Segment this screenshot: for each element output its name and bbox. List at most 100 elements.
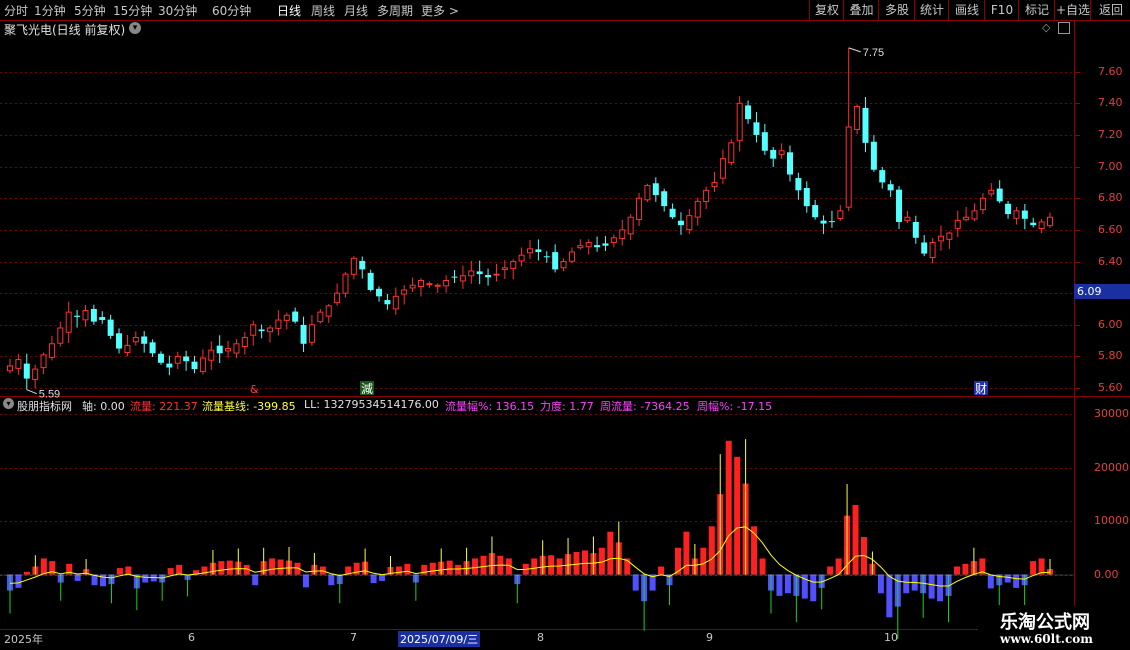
indicator-bar (370, 574, 377, 584)
candle-body (996, 188, 1003, 202)
candle-body (1038, 221, 1045, 230)
indicator-bar (581, 550, 588, 575)
candle-body (661, 191, 668, 207)
indicator-bar (429, 562, 436, 575)
candle-body (552, 252, 559, 270)
candle-body (560, 261, 567, 269)
price-tick: 6.80 (1098, 191, 1123, 205)
candle-body (803, 188, 810, 207)
candle-body (367, 272, 374, 290)
candle-body (183, 356, 190, 362)
indicator-header: ▾ 股朋指标网 轴: 0.00 流量: 221.37 流量基线: -399.85… (0, 397, 1074, 413)
candle-body (594, 245, 601, 248)
indicator-bar (886, 574, 893, 618)
indicator-bar (40, 558, 47, 575)
indicator-bar (277, 559, 284, 575)
indicator-bar (928, 574, 935, 599)
candle-body (644, 185, 651, 201)
high-price-label: 7.75 (863, 47, 884, 59)
indicator-name[interactable]: 股朋指标网 (17, 398, 72, 414)
candle-body (325, 305, 332, 317)
candle-body (107, 319, 114, 336)
indicator-bar (116, 568, 123, 575)
candle-body (778, 150, 785, 155)
candle-body (32, 368, 39, 380)
indicator-bar (446, 560, 453, 575)
indicator-bar (776, 574, 783, 596)
candle-body (174, 355, 181, 364)
candle-body (619, 229, 626, 240)
candle-body (577, 245, 584, 249)
candle-body (736, 102, 743, 142)
candle-body (879, 170, 886, 183)
candle-body (946, 232, 953, 240)
candle-body (48, 343, 55, 358)
candle-body (90, 308, 97, 322)
indicator-bar (708, 526, 715, 575)
candle-body (837, 210, 844, 220)
indicator-axis: 30000 20000 10000 0.00 (1074, 407, 1130, 628)
candle-body (518, 254, 525, 262)
price-tick: 6.40 (1098, 254, 1123, 268)
candle-body (912, 221, 919, 238)
indicator-bar (810, 574, 817, 602)
candle-body (468, 270, 475, 277)
candle-body (426, 283, 433, 286)
candle-body (543, 256, 550, 258)
candle-body (392, 295, 399, 310)
candle-body (870, 141, 877, 170)
high-marker-line (848, 47, 861, 53)
candle-body (728, 142, 735, 164)
candle-body (116, 333, 123, 349)
indicator-bar (167, 568, 174, 575)
candle-body (510, 261, 517, 269)
candle-body (417, 279, 424, 288)
indicator-bar (176, 564, 183, 575)
indicator-bar (632, 574, 639, 591)
candle-body (568, 251, 575, 262)
indicator-bar (1013, 574, 1020, 588)
event-marker: 财 (975, 382, 987, 396)
candle-body (40, 354, 47, 369)
indicator-bar (683, 531, 690, 575)
indicator-bar (252, 574, 259, 586)
candle-body (828, 221, 835, 223)
price-tick: 5.80 (1098, 349, 1123, 363)
candle-body (149, 342, 156, 354)
candle-body (795, 178, 802, 191)
candle-body (971, 210, 978, 220)
indicator-flow-base-value: 流量基线: -399.85 (202, 400, 296, 413)
candle-body (15, 359, 22, 369)
candle-body (979, 197, 986, 211)
candle-body (57, 327, 64, 344)
candle-body (292, 311, 299, 322)
indicator-bar (15, 574, 22, 588)
indicator-bar (226, 560, 233, 575)
indicator-ll-value: LL: 13279534514176.00 (304, 398, 439, 411)
current-price-badge: 6.09 (1074, 284, 1130, 299)
candle-body (434, 284, 441, 287)
candle-body (476, 271, 483, 275)
candle-body (745, 105, 752, 120)
indicator-flow-value: 流量: 221.37 (130, 400, 198, 413)
indicator-bar (74, 574, 81, 581)
candle-body (896, 189, 903, 222)
indicator-bar (700, 547, 707, 575)
indicator-bar (827, 566, 834, 575)
candle-body (334, 292, 341, 304)
candle-body (459, 275, 466, 282)
indicator-bar (302, 574, 309, 588)
candle-body (191, 361, 198, 370)
candle-body (82, 310, 89, 321)
candle-body (493, 273, 500, 276)
indicator-bar (987, 574, 994, 589)
candle-body (451, 276, 458, 278)
candle-body (845, 126, 852, 208)
candle-body (610, 237, 617, 244)
chevron-down-icon[interactable]: ▾ (3, 398, 14, 409)
date-axis: 2025年 6 7 2025/07/09/三 8 9 10 (0, 630, 1130, 650)
chart-canvas[interactable]: 7.755.59 & 減财 (0, 0, 1130, 650)
candle-body (820, 220, 827, 224)
indicator-bar (548, 555, 555, 575)
indicator-bar (1030, 561, 1037, 575)
